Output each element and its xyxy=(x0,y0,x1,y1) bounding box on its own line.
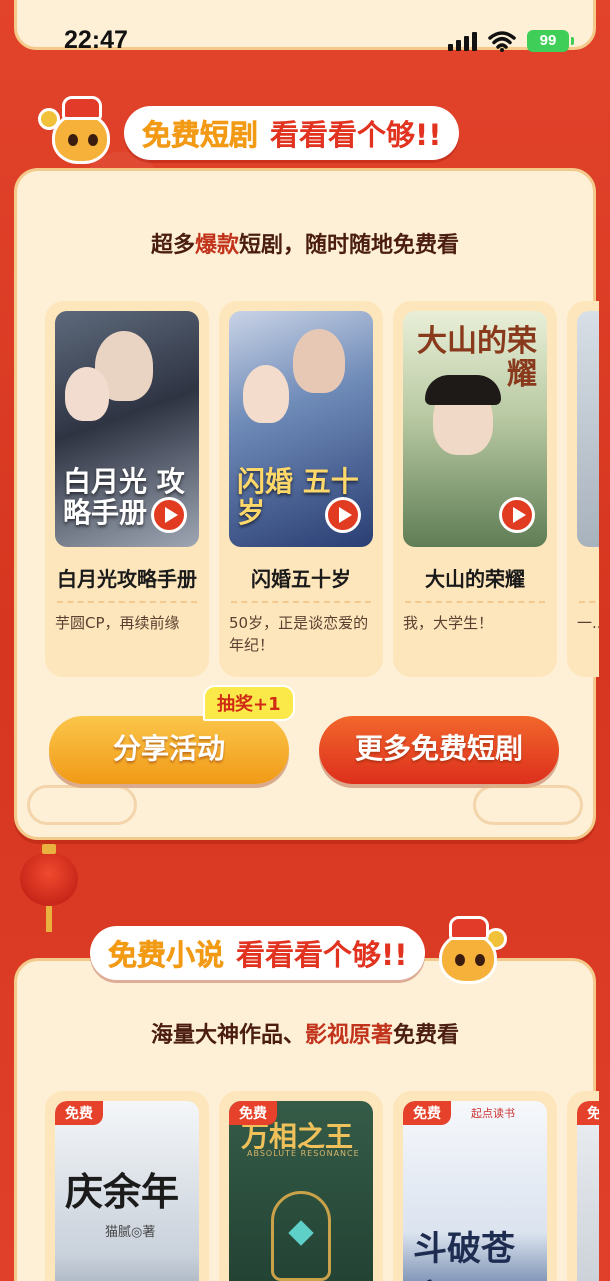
novel-item[interactable]: 免费 xyxy=(567,1091,599,1281)
drama-item[interactable]: 闪婚 五十岁 闪婚五十岁 50岁，正是谈恋爱的年纪！ xyxy=(219,301,383,677)
drama-item[interactable]: 大山的荣耀 大山的荣耀 我，大学生！ xyxy=(393,301,557,677)
drama-title: 闪婚五十岁 xyxy=(251,567,351,591)
drama-banner-title: 免费短剧 看看看个够!! xyxy=(124,106,460,160)
divider xyxy=(405,601,545,603)
novel-subtitle: 海量大神作品、影视原著免费看 xyxy=(150,1023,460,1048)
novel-item[interactable]: 庆余年 猫腻◎著 免费 xyxy=(45,1091,209,1281)
divider xyxy=(57,601,197,603)
free-tag: 免费 xyxy=(55,1101,103,1125)
cloud-decoration xyxy=(473,785,583,825)
play-icon[interactable] xyxy=(325,497,361,533)
drama-poster[interactable]: 白月光 攻略手册 xyxy=(55,311,199,547)
novel-cover[interactable]: 起点读书 斗破苍穹 免费 xyxy=(403,1101,547,1281)
wifi-icon xyxy=(488,31,516,52)
drama-description: 芋圆CP，再续前缘 xyxy=(55,614,180,632)
drama-banner: 免费短剧 看看看个够!! xyxy=(38,96,460,168)
drama-subtitle: 超多爆款短剧，随时随地免费看 xyxy=(150,233,460,258)
novel-cover[interactable]: 庆余年 猫腻◎著 免费 xyxy=(55,1101,199,1281)
more-free-drama-button[interactable]: 更多免费短剧 xyxy=(319,716,559,784)
novel-cover[interactable]: 免费 xyxy=(577,1101,599,1281)
drama-description: 我，大学生！ xyxy=(403,614,494,632)
cover-title: 斗破苍穹 xyxy=(413,1229,515,1281)
drama-item[interactable]: 一... 不... xyxy=(567,301,599,677)
divider xyxy=(231,601,371,603)
cover-title: 庆余年 xyxy=(65,1169,180,1214)
drama-list[interactable]: 白月光 攻略手册 白月光攻略手册 芋圆CP，再续前缘 闪婚 五十岁 闪婚五十岁 … xyxy=(45,301,599,681)
free-tag: 免费 xyxy=(229,1101,277,1125)
play-icon[interactable] xyxy=(499,497,535,533)
free-novel-card: 海量大神作品、影视原著免费看 庆余年 猫腻◎著 免费 万相之王 ABSOLUTE… xyxy=(14,958,599,1281)
lantern-icon xyxy=(20,844,78,932)
novel-banner: 免费小说 看看看个够!! xyxy=(90,916,511,988)
publisher-label: 起点读书 xyxy=(471,1107,515,1120)
share-activity-button[interactable]: 分享活动 xyxy=(49,716,289,784)
divider xyxy=(579,601,599,603)
free-drama-card: 超多爆款短剧，随时随地免费看 白月光 攻略手册 白月光攻略手册 芋圆CP，再续前… xyxy=(14,168,599,840)
status-time: 22:47 xyxy=(64,26,128,54)
mascot-icon xyxy=(425,910,511,996)
cloud-decoration xyxy=(27,785,137,825)
battery-icon: 99 xyxy=(527,30,574,52)
emblem-icon xyxy=(271,1191,331,1281)
novel-list[interactable]: 庆余年 猫腻◎著 免费 万相之王 ABSOLUTE RESONANCE 免费 起… xyxy=(45,1091,599,1281)
novel-item[interactable]: 起点读书 斗破苍穹 免费 xyxy=(393,1091,557,1281)
free-tag: 免费 xyxy=(403,1101,451,1125)
cover-subtitle: ABSOLUTE RESONANCE xyxy=(247,1149,360,1158)
poster-title: 大山的荣耀 xyxy=(417,324,537,392)
play-icon[interactable] xyxy=(151,497,187,533)
novel-item[interactable]: 万相之王 ABSOLUTE RESONANCE 免费 xyxy=(219,1091,383,1281)
drama-item[interactable]: 白月光 攻略手册 白月光攻略手册 芋圆CP，再续前缘 xyxy=(45,301,209,677)
status-bar: 22:47 99 xyxy=(0,22,610,62)
mascot-icon xyxy=(38,90,124,176)
drama-title: 大山的荣耀 xyxy=(425,567,525,591)
drama-poster[interactable]: 闪婚 五十岁 xyxy=(229,311,373,547)
signal-icon xyxy=(448,32,477,51)
novel-banner-title: 免费小说 看看看个够!! xyxy=(90,926,426,980)
free-tag: 免费 xyxy=(577,1101,599,1125)
lottery-badge: 抽奖+1 xyxy=(203,685,295,721)
drama-description: 一... 不... xyxy=(577,614,599,632)
cover-author: 猫腻◎著 xyxy=(105,1225,156,1240)
novel-cover[interactable]: 万相之王 ABSOLUTE RESONANCE 免费 xyxy=(229,1101,373,1281)
drama-description: 50岁，正是谈恋爱的年纪！ xyxy=(229,614,369,654)
drama-poster[interactable]: 大山的荣耀 xyxy=(403,311,547,547)
drama-title: 白月光攻略手册 xyxy=(57,567,197,591)
drama-poster[interactable] xyxy=(577,311,599,547)
